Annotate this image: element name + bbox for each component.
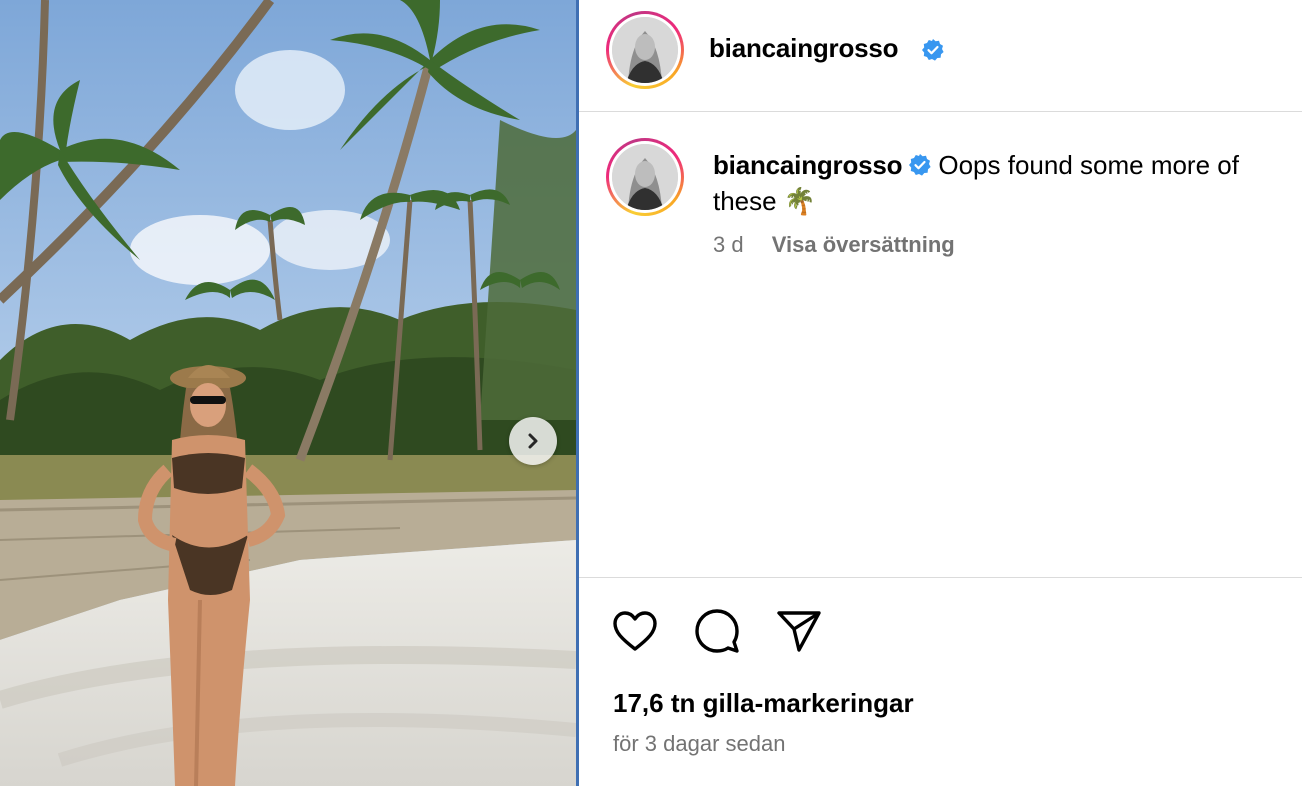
heart-icon (613, 611, 657, 651)
actions-divider (579, 577, 1302, 578)
caption-text-block: biancaingrosso Oops found some more of t… (713, 147, 1293, 219)
paper-plane-icon (777, 611, 821, 652)
header-username[interactable]: biancaingrosso (709, 33, 899, 64)
like-button[interactable] (611, 607, 659, 655)
profile-picture (612, 17, 678, 83)
post-date[interactable]: för 3 dagar sedan (613, 731, 785, 757)
comment-icon (695, 609, 739, 653)
post-photo[interactable] (0, 0, 576, 786)
chevron-right-icon (528, 433, 538, 449)
profile-picture (612, 144, 678, 210)
verified-badge-icon (922, 39, 944, 61)
caption-timestamp[interactable]: 3 d (713, 232, 744, 257)
caption-avatar[interactable] (606, 138, 684, 216)
post-detail-pane: biancaingrosso biancaingrosso Oops found… (579, 0, 1302, 786)
post-header: biancaingrosso (579, 0, 1302, 112)
caption-meta: 3 d Visa översättning (713, 232, 955, 258)
beach-photo (0, 0, 576, 786)
see-translation-link[interactable]: Visa översättning (772, 232, 955, 257)
likes-count[interactable]: 17,6 tn gilla-markeringar (613, 688, 914, 719)
verified-badge-icon (909, 154, 931, 176)
action-bar (611, 607, 823, 655)
share-button[interactable] (775, 607, 823, 655)
next-photo-button[interactable] (509, 417, 557, 465)
caption-username[interactable]: biancaingrosso (713, 150, 903, 180)
header-avatar[interactable] (606, 11, 684, 89)
comment-button[interactable] (693, 607, 741, 655)
